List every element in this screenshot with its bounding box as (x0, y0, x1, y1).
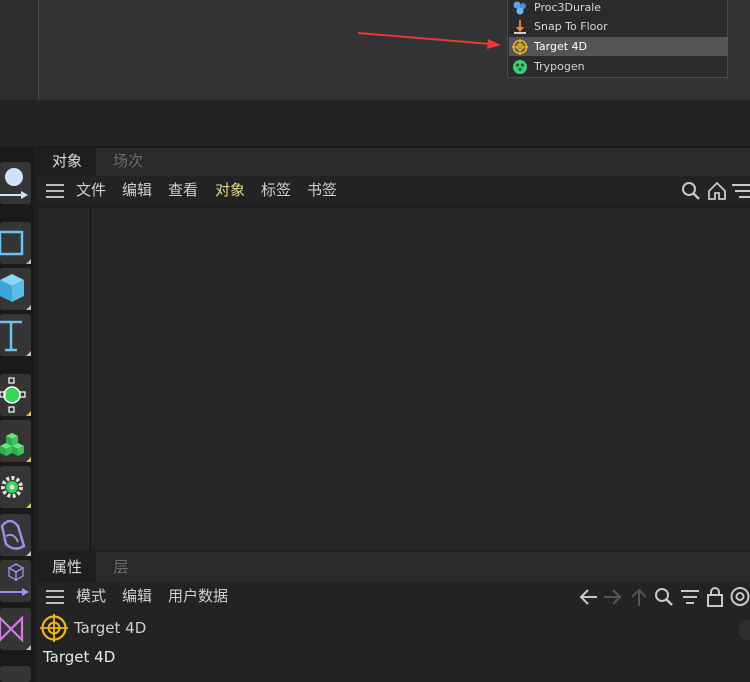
target-4d-icon (40, 614, 68, 642)
snap-to-floor-icon (514, 19, 526, 34)
tool-cube[interactable] (0, 268, 31, 310)
tool-voxel[interactable] (0, 420, 31, 462)
target-4d-icon (512, 38, 528, 55)
lock-icon[interactable] (706, 586, 724, 607)
panel-gap (0, 100, 750, 146)
text-icon (0, 320, 22, 352)
menu-item-label: Proc3Durale (534, 1, 602, 14)
object-list-area[interactable] (38, 208, 750, 550)
plugin-popup-menu: Proc3Durale Snap To Floor Target 4D Tryp… (507, 0, 728, 78)
tool-deformer[interactable] (0, 514, 31, 556)
menu-bookmarks[interactable]: 书签 (307, 179, 337, 200)
tool-text[interactable] (0, 314, 31, 356)
menu-tags[interactable]: 标签 (261, 179, 291, 200)
trypogen-icon (513, 59, 527, 74)
menu-item-label: Trypogen (534, 60, 585, 73)
filter-icon[interactable] (732, 181, 750, 201)
deformer-icon (0, 519, 26, 550)
forward-arrow-icon[interactable] (603, 587, 623, 607)
hamburger-menu-icon[interactable] (46, 184, 64, 198)
tool-spline-point[interactable] (0, 374, 31, 416)
object-title: Target 4D (43, 648, 116, 666)
viewport-divider (38, 0, 39, 100)
tool-gear[interactable] (0, 466, 31, 508)
tool-sphere[interactable] (0, 162, 31, 204)
voxel-icon (0, 433, 24, 456)
tool-bowtie[interactable] (0, 608, 31, 650)
target-icon[interactable] (730, 586, 750, 607)
cube-icon (0, 274, 24, 302)
object-panel-menubar: 文件 编辑 查看 对象 标签 书签 (38, 176, 750, 204)
search-icon[interactable] (654, 587, 674, 607)
menu-edit[interactable]: 编辑 (122, 585, 152, 606)
menu-item-snap-to-floor[interactable]: Snap To Floor (509, 17, 728, 36)
back-arrow-icon[interactable] (578, 587, 598, 607)
menu-item-target-4d[interactable]: Target 4D (509, 37, 728, 56)
menu-view[interactable]: 查看 (168, 179, 198, 200)
tab-objects[interactable]: 对象 (38, 146, 96, 176)
scroll-handle[interactable] (738, 620, 750, 640)
tool-small-cube[interactable] (0, 560, 31, 602)
filter-icon[interactable] (680, 587, 700, 607)
search-icon[interactable] (681, 181, 701, 201)
menu-item-trypogen[interactable]: Trypogen (509, 57, 728, 76)
attributes-panel-tabbar: 属性 层 (38, 552, 750, 582)
annotation-arrow (357, 32, 501, 49)
menu-user-data[interactable]: 用户数据 (168, 585, 228, 606)
tab-layers[interactable]: 层 (96, 552, 146, 582)
proc3durale-icon (513, 1, 526, 14)
menu-edit[interactable]: 编辑 (122, 179, 152, 200)
object-tree-column (38, 208, 91, 550)
menu-item-label: Snap To Floor (534, 20, 608, 33)
hamburger-menu-icon[interactable] (46, 590, 64, 604)
small-cube-arrow-icon (0, 563, 29, 596)
rectangle-icon (0, 230, 24, 256)
gear-icon (1, 476, 23, 498)
sphere-arrow-icon (0, 168, 28, 199)
attributes-content: Target 4D Target 4D (38, 610, 750, 682)
bowtie-icon (0, 615, 24, 643)
tool-rectangle[interactable] (0, 222, 31, 264)
object-name-label: Target 4D (74, 619, 147, 637)
attributes-panel-menubar: 模式 编辑 用户数据 (38, 582, 750, 610)
left-toolbar (0, 146, 34, 682)
object-panel-tabbar: 对象 场次 (38, 146, 750, 176)
menu-item-label: Target 4D (534, 40, 587, 53)
menu-mode[interactable]: 模式 (76, 585, 106, 606)
tool-partial[interactable] (0, 666, 31, 682)
spline-point-icon (0, 377, 26, 413)
menu-item-proc3durale[interactable]: Proc3Durale (509, 0, 728, 17)
tab-attributes[interactable]: 属性 (38, 552, 96, 582)
menu-file[interactable]: 文件 (76, 179, 106, 200)
up-arrow-icon[interactable] (629, 587, 649, 607)
menu-object[interactable]: 对象 (215, 179, 245, 200)
tab-divider (38, 146, 750, 148)
home-icon[interactable] (707, 181, 727, 201)
tab-takes[interactable]: 场次 (98, 146, 158, 176)
